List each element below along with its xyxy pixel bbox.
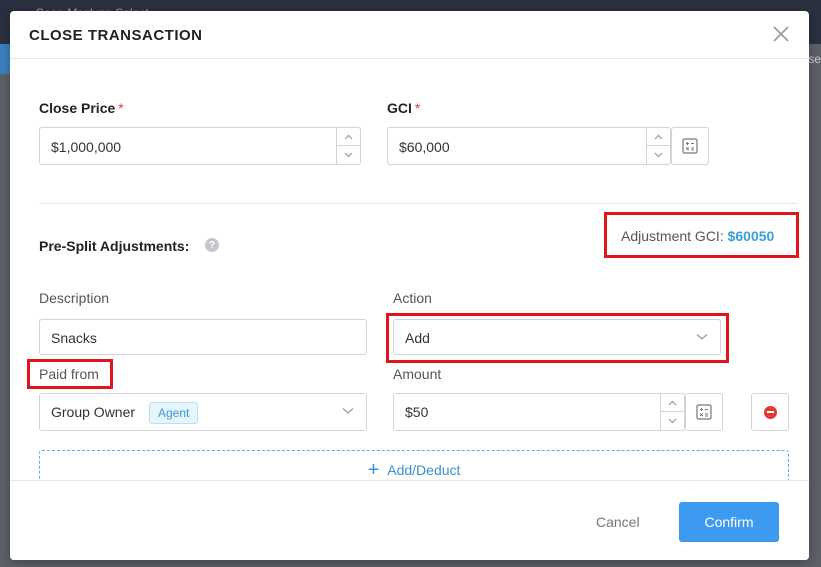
amount-value: $50 (405, 404, 429, 420)
adjustment-gci-highlight: Adjustment GCI: $60050 (604, 212, 799, 258)
close-icon[interactable] (772, 25, 790, 43)
required-mark: * (414, 100, 421, 116)
close-price-value: $1,000,000 (51, 139, 122, 155)
chevron-up-icon[interactable] (647, 128, 670, 146)
amount-spinner[interactable] (660, 394, 684, 430)
gci-label-text: GCI (387, 100, 412, 116)
remove-adjustment-button[interactable] (751, 393, 789, 431)
add-deduct-label: Add/Deduct (387, 462, 461, 478)
modal-body: Close Price * $1,000,000 GCI * $60,000 P… (10, 60, 809, 480)
gci-input[interactable]: $60,000 (387, 127, 671, 165)
modal-header: CLOSE TRANSACTION (10, 11, 809, 59)
help-icon[interactable]: ? (205, 238, 219, 252)
gci-calculator-button[interactable] (671, 127, 709, 165)
add-deduct-button[interactable]: + Add/Deduct (39, 450, 789, 480)
description-value: Snacks (51, 330, 97, 346)
chevron-down-icon[interactable] (337, 146, 360, 164)
close-price-label: Close Price * (39, 100, 124, 116)
close-transaction-modal: CLOSE TRANSACTION Close Price * $1,000,00… (10, 11, 809, 560)
amount-calculator-button[interactable] (685, 393, 723, 431)
close-price-input[interactable]: $1,000,000 (39, 127, 361, 165)
required-mark: * (118, 100, 124, 116)
action-select[interactable]: Add (393, 319, 721, 355)
gci-label: GCI * (387, 100, 420, 116)
modal-title: CLOSE TRANSACTION (29, 27, 203, 44)
amount-input[interactable]: $50 (393, 393, 685, 431)
background-right-text: se (808, 52, 821, 66)
amount-label: Amount (393, 366, 442, 382)
chevron-down-icon (342, 408, 354, 414)
adjustment-gci-label: Adjustment GCI: (621, 228, 724, 244)
chevron-down-icon[interactable] (647, 146, 670, 164)
action-label: Action (393, 290, 432, 306)
remove-icon (763, 405, 777, 419)
adjustment-gci: Adjustment GCI: $60050 (621, 228, 774, 244)
chevron-down-icon (696, 334, 708, 340)
plus-icon: + (367, 459, 380, 480)
confirm-button[interactable]: Confirm (679, 502, 779, 542)
calculator-icon (682, 138, 698, 154)
action-value: Add (405, 330, 430, 346)
close-price-label-text: Close Price (39, 100, 116, 116)
adjustment-gci-value: $60050 (727, 228, 775, 244)
close-price-spinner[interactable] (336, 128, 360, 164)
section-divider (39, 203, 797, 204)
chevron-up-icon[interactable] (337, 128, 360, 146)
description-input[interactable]: Snacks (39, 319, 367, 355)
paid-from-label: Paid from (39, 366, 99, 382)
background-blue-strip (0, 44, 10, 74)
modal-footer: Cancel Confirm (10, 480, 809, 560)
pre-split-adjustments-title: Pre-Split Adjustments: (39, 238, 190, 254)
cancel-button[interactable]: Cancel (596, 514, 640, 530)
calculator-icon (696, 404, 712, 420)
paid-from-value: Group Owner (51, 404, 136, 420)
description-label: Description (39, 290, 110, 306)
gci-value: $60,000 (399, 139, 450, 155)
paid-from-select[interactable]: Group Owner Agent (39, 393, 367, 431)
gci-spinner[interactable] (646, 128, 670, 164)
chevron-down-icon[interactable] (661, 412, 684, 430)
chevron-up-icon[interactable] (661, 394, 684, 412)
agent-tag: Agent (149, 402, 199, 424)
